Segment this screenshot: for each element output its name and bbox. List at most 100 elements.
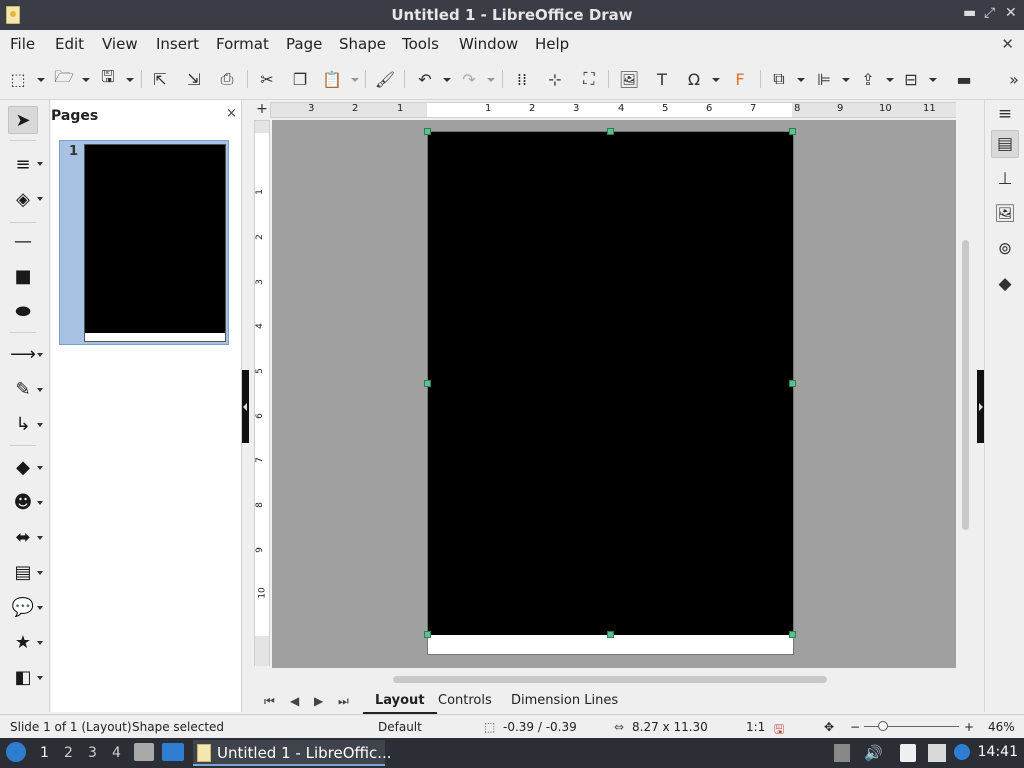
- previous-tab-icon[interactable]: ◀: [290, 694, 299, 708]
- select-arrow-icon[interactable]: ➤: [8, 106, 38, 134]
- vertical-scrollbar[interactable]: [960, 120, 972, 668]
- connector-tool-icon[interactable]: ↳: [8, 410, 38, 438]
- block-arrows-icon[interactable]: ⬌: [8, 523, 38, 551]
- next-tab-icon[interactable]: ▶: [314, 694, 323, 708]
- new-document-icon[interactable]: ⬚: [6, 67, 30, 91]
- workspace-4[interactable]: 4: [112, 745, 121, 761]
- menu-edit[interactable]: Edit: [55, 35, 84, 53]
- page-thumbnail[interactable]: [84, 144, 226, 342]
- last-tab-icon[interactable]: ⏭: [338, 694, 349, 709]
- selection-handle-top[interactable]: [607, 128, 614, 135]
- clipboard-icon[interactable]: [900, 744, 916, 762]
- copy-icon[interactable]: ❐: [288, 67, 312, 91]
- workspace-1[interactable]: 1: [40, 745, 49, 761]
- selection-handle-bottom-right[interactable]: [789, 631, 796, 638]
- helplines-icon[interactable]: ⊹: [543, 67, 567, 91]
- open-folder-icon[interactable]: 🗁: [52, 67, 76, 91]
- vertical-scrollbar-thumb[interactable]: [962, 240, 969, 530]
- special-character-icon[interactable]: Ω: [682, 67, 706, 91]
- start-menu-icon[interactable]: [6, 742, 26, 762]
- file-manager-icon[interactable]: [134, 743, 154, 761]
- restore-icon[interactable]: ⤢: [984, 5, 995, 21]
- clone-formatting-icon[interactable]: 🖌: [373, 67, 397, 91]
- volume-icon[interactable]: 🔊: [864, 744, 883, 762]
- minimize-icon[interactable]: ▬: [963, 5, 976, 21]
- shapes-icon[interactable]: ◆: [991, 270, 1019, 298]
- insert-textbox-icon[interactable]: T: [650, 67, 674, 91]
- zoom-in-icon[interactable]: +: [964, 720, 974, 734]
- show-desktop-icon[interactable]: [162, 743, 184, 761]
- taskbar-task-libreoffice[interactable]: Untitled 1 - LibreOffic...: [193, 740, 392, 766]
- callouts-icon[interactable]: 💬: [8, 593, 38, 621]
- menu-help[interactable]: Help: [535, 35, 569, 53]
- sidebar-menu-icon[interactable]: ≡: [991, 100, 1019, 128]
- insert-image-icon[interactable]: 🖼: [617, 67, 641, 91]
- collapse-sidebar-handle[interactable]: [977, 370, 984, 443]
- zoom-out-icon[interactable]: −: [850, 720, 860, 734]
- gallery-icon[interactable]: 🖼: [991, 200, 1019, 228]
- fontwork-icon[interactable]: F: [728, 67, 752, 91]
- basic-shapes-icon[interactable]: ◆: [8, 453, 38, 481]
- menu-file[interactable]: File: [10, 35, 35, 53]
- arrange-icon[interactable]: ⇪: [856, 67, 880, 91]
- transformations-icon[interactable]: ⧉: [767, 67, 791, 91]
- menu-page[interactable]: Page: [286, 35, 322, 53]
- align-objects-icon[interactable]: ⊫: [812, 67, 836, 91]
- print-icon[interactable]: ⎙: [215, 67, 239, 91]
- menu-tools[interactable]: Tools: [402, 35, 439, 53]
- horizontal-scrollbar[interactable]: [256, 674, 956, 686]
- selection-handle-top-left[interactable]: [424, 128, 431, 135]
- notification-icon[interactable]: [954, 744, 970, 760]
- selection-handle-bottom-left[interactable]: [424, 631, 431, 638]
- close-window-icon[interactable]: ✕: [1005, 5, 1017, 21]
- flowchart-icon[interactable]: ▤: [8, 558, 38, 586]
- tray-updates-icon[interactable]: [834, 744, 850, 762]
- redo-icon[interactable]: ↷: [457, 67, 481, 91]
- stars-icon[interactable]: ★: [8, 628, 38, 656]
- zoom-level[interactable]: 46%: [988, 720, 1015, 734]
- selection-handle-left[interactable]: [424, 380, 431, 387]
- selected-rectangle-shape[interactable]: [428, 132, 793, 635]
- menu-format[interactable]: Format: [216, 35, 269, 53]
- toolbar-overflow-icon[interactable]: »: [1002, 67, 1024, 91]
- selection-handle-top-right[interactable]: [789, 128, 796, 135]
- line-tool-icon[interactable]: —: [8, 227, 38, 255]
- zoom-page-icon[interactable]: ⛶: [577, 67, 601, 91]
- network-icon[interactable]: [928, 744, 946, 762]
- ruler-origin-icon[interactable]: +: [254, 102, 270, 118]
- selection-handle-right[interactable]: [789, 380, 796, 387]
- ellipse-tool-icon[interactable]: ⬬: [8, 297, 38, 325]
- properties-icon[interactable]: ▤: [991, 130, 1019, 158]
- symbol-shapes-icon[interactable]: ☻: [8, 488, 38, 516]
- undo-icon[interactable]: ↶: [413, 67, 437, 91]
- fill-color-icon[interactable]: ◈: [8, 185, 38, 213]
- line-color-icon[interactable]: ≡: [8, 150, 38, 178]
- selection-handle-bottom[interactable]: [607, 631, 614, 638]
- drawing-page[interactable]: [427, 131, 794, 655]
- tab-dimension-lines[interactable]: Dimension Lines: [499, 688, 630, 714]
- arrow-line-icon[interactable]: ⟶: [8, 340, 38, 368]
- rectangle-tool-icon[interactable]: ■: [8, 262, 38, 290]
- 3d-objects-icon[interactable]: ◧: [8, 663, 38, 691]
- distribute-icon[interactable]: ⊟: [899, 67, 923, 91]
- menu-insert[interactable]: Insert: [156, 35, 199, 53]
- grid-icon[interactable]: ⁞⁞: [510, 67, 534, 91]
- page-thumbnail-item[interactable]: 1: [59, 140, 229, 345]
- close-document-icon[interactable]: ✕: [1001, 35, 1014, 53]
- menu-shape[interactable]: Shape: [339, 35, 386, 53]
- first-tab-icon[interactable]: ⏮: [264, 694, 275, 709]
- workspace-3[interactable]: 3: [88, 745, 97, 761]
- styles-icon[interactable]: ⊥: [991, 165, 1019, 193]
- close-pages-panel-icon[interactable]: ×: [226, 106, 237, 121]
- save-icon[interactable]: 🖫: [96, 67, 120, 91]
- horizontal-ruler[interactable]: 3 2 1 1 2 3 4 5 6 7 8 9 10 11: [270, 102, 956, 118]
- fit-page-icon[interactable]: ✥: [824, 720, 834, 734]
- tab-controls[interactable]: Controls: [426, 688, 504, 714]
- workspace-2[interactable]: 2: [64, 745, 73, 761]
- collapse-left-panel-handle[interactable]: [242, 370, 249, 443]
- zoom-slider-knob[interactable]: [878, 721, 888, 731]
- vertical-ruler[interactable]: 1 2 3 4 5 6 7 8 9 10: [254, 120, 270, 666]
- cut-icon[interactable]: ✂: [255, 67, 279, 91]
- export-pdf-icon[interactable]: ⇲: [182, 67, 206, 91]
- paste-icon[interactable]: 📋: [320, 67, 344, 91]
